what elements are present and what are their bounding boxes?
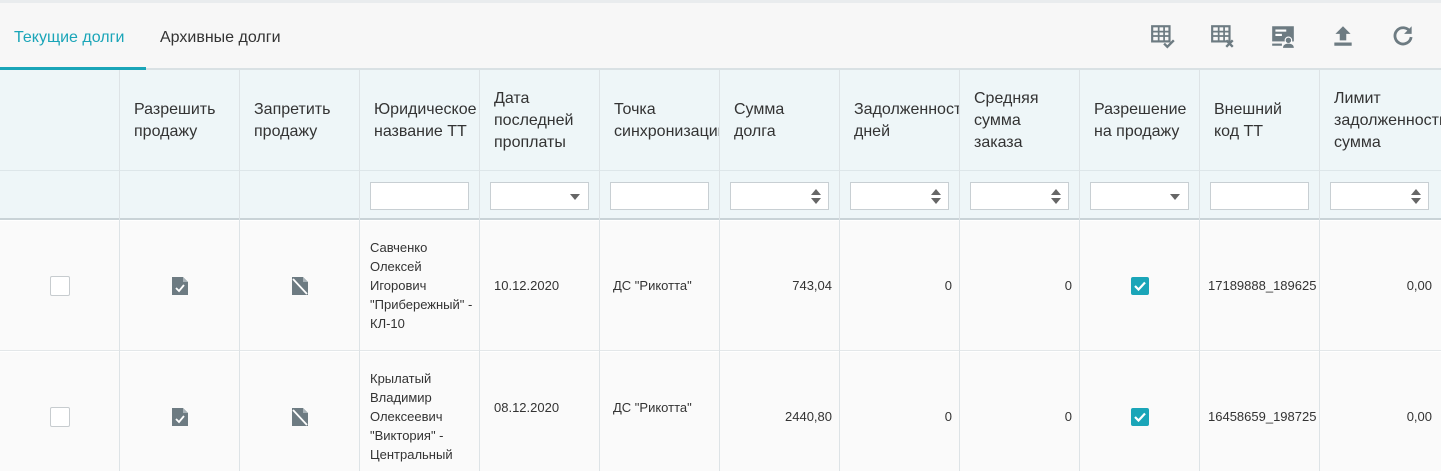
- table-remove-button[interactable]: [1208, 21, 1238, 51]
- table-check-icon: [1151, 25, 1175, 49]
- cell-debt-sum: 2440,80: [785, 409, 832, 424]
- document-block-icon: [292, 276, 308, 295]
- row-select-checkbox[interactable]: [50, 406, 70, 427]
- column-divider: [839, 70, 840, 471]
- document-block-icon: [292, 407, 308, 426]
- cell-last-payment-date: 10.12.2020: [494, 278, 560, 293]
- spin-down-icon: [1411, 198, 1421, 204]
- cell-debt-limit: 0,00: [1406, 278, 1432, 293]
- sale-allowed-checkbox[interactable]: [1131, 407, 1149, 426]
- table-check-button[interactable]: [1148, 21, 1178, 51]
- header-debt-days[interactable]: Задолженность дней: [840, 70, 960, 171]
- header-last-payment-date[interactable]: Дата последней проплаты: [480, 70, 600, 171]
- debts-grid: Разрешить продажу Запретить продажу Юрид…: [0, 70, 1441, 471]
- check-icon: [1134, 412, 1146, 422]
- filter-debt-limit-stepper[interactable]: [1330, 182, 1429, 210]
- allow-sale-button[interactable]: [120, 352, 240, 471]
- filter-last-payment-date-select[interactable]: [490, 182, 589, 210]
- filter-avg-order-sum-stepper[interactable]: [970, 182, 1069, 210]
- cell-debt-sum: 743,04: [792, 278, 832, 293]
- cell-external-code: 17189888_189625: [1208, 278, 1317, 293]
- spin-down-icon: [1051, 198, 1061, 204]
- cell-debt-days: 0: [944, 278, 952, 293]
- filter-sale-permission-select[interactable]: [1090, 182, 1189, 210]
- header-external-code[interactable]: Внешний код ТТ: [1200, 70, 1320, 171]
- column-divider: [239, 70, 240, 471]
- cell-sync-point: ДС "Рикотта": [613, 278, 692, 293]
- user-card-icon: [1272, 26, 1294, 48]
- allow-sale-button[interactable]: [120, 221, 240, 350]
- filter-sync-point-input[interactable]: [610, 182, 709, 210]
- header-debt-sum[interactable]: Сумма долга: [720, 70, 840, 171]
- document-check-icon: [172, 407, 188, 426]
- cell-debt-limit: 0,00: [1406, 409, 1432, 424]
- spin-up-icon: [931, 189, 941, 195]
- cell-last-payment-date: 08.12.2020: [494, 400, 560, 415]
- cell-debt-days: 0: [944, 409, 952, 424]
- column-divider: [359, 70, 360, 471]
- column-divider: [479, 70, 480, 471]
- table-row[interactable]: Савченко Олексей Игорович "Прибережный" …: [0, 221, 1441, 351]
- refresh-icon: [1393, 26, 1413, 46]
- filter-debt-days-stepper[interactable]: [850, 182, 949, 210]
- spin-down-icon: [931, 198, 941, 204]
- filter-legal-name-input[interactable]: [370, 182, 469, 210]
- column-divider: [719, 70, 720, 471]
- cell-legal-name: Крылатый Владимир Олексеевич "Виктория" …: [370, 371, 453, 462]
- cell-avg-order-sum: 0: [1064, 409, 1072, 424]
- cell-avg-order-sum: 0: [1064, 278, 1072, 293]
- table-remove-icon: [1211, 25, 1234, 48]
- spin-up-icon: [1051, 189, 1061, 195]
- spin-up-icon: [811, 189, 821, 195]
- header-sale-permission[interactable]: Разрешение на продажу: [1080, 70, 1200, 171]
- refresh-button[interactable]: [1388, 21, 1418, 51]
- column-divider: [119, 70, 120, 471]
- sale-allowed-checkbox[interactable]: [1131, 276, 1149, 295]
- header-select[interactable]: [0, 70, 120, 171]
- header-legal-name[interactable]: Юридическое название ТТ: [360, 70, 480, 171]
- column-divider: [1079, 70, 1080, 471]
- tab-bar: Текущие долги Архивные долги: [0, 3, 1441, 70]
- cell-sync-point: ДС "Рикотта": [613, 400, 692, 415]
- forbid-sale-button[interactable]: [240, 352, 360, 471]
- header-allow-sale[interactable]: Разрешить продажу: [120, 70, 240, 171]
- spin-down-icon: [811, 198, 821, 204]
- document-check-icon: [172, 276, 188, 295]
- upload-icon: [1334, 26, 1352, 46]
- filter-external-code-input[interactable]: [1210, 182, 1309, 210]
- user-card-button[interactable]: [1268, 21, 1298, 51]
- check-icon: [1134, 281, 1146, 291]
- spin-up-icon: [1411, 189, 1421, 195]
- column-divider: [1199, 70, 1200, 471]
- row-select-checkbox[interactable]: [50, 275, 70, 296]
- chevron-down-icon: [1170, 194, 1180, 200]
- table-row[interactable]: Крылатый Владимир Олексеевич "Виктория" …: [0, 352, 1441, 471]
- header-forbid-sale[interactable]: Запретить продажу: [240, 70, 360, 171]
- cell-external-code: 16458659_198725: [1208, 409, 1317, 424]
- tab-current-debts[interactable]: Текущие долги: [14, 3, 124, 70]
- header-avg-order-sum[interactable]: Средняя сумма заказа: [960, 70, 1080, 171]
- cell-legal-name: Савченко Олексей Игорович "Прибережный" …: [370, 240, 473, 331]
- tab-archived-debts[interactable]: Архивные долги: [160, 3, 281, 70]
- upload-button[interactable]: [1328, 21, 1358, 51]
- filter-debt-sum-stepper[interactable]: [730, 182, 829, 210]
- forbid-sale-button[interactable]: [240, 221, 360, 350]
- header-sync-point[interactable]: Точка синхронизации: [600, 70, 720, 171]
- chevron-down-icon: [570, 194, 580, 200]
- column-divider: [1319, 70, 1320, 471]
- header-debt-limit[interactable]: Лимит задолженности сумма: [1320, 70, 1441, 171]
- column-divider: [959, 70, 960, 471]
- column-divider: [599, 70, 600, 471]
